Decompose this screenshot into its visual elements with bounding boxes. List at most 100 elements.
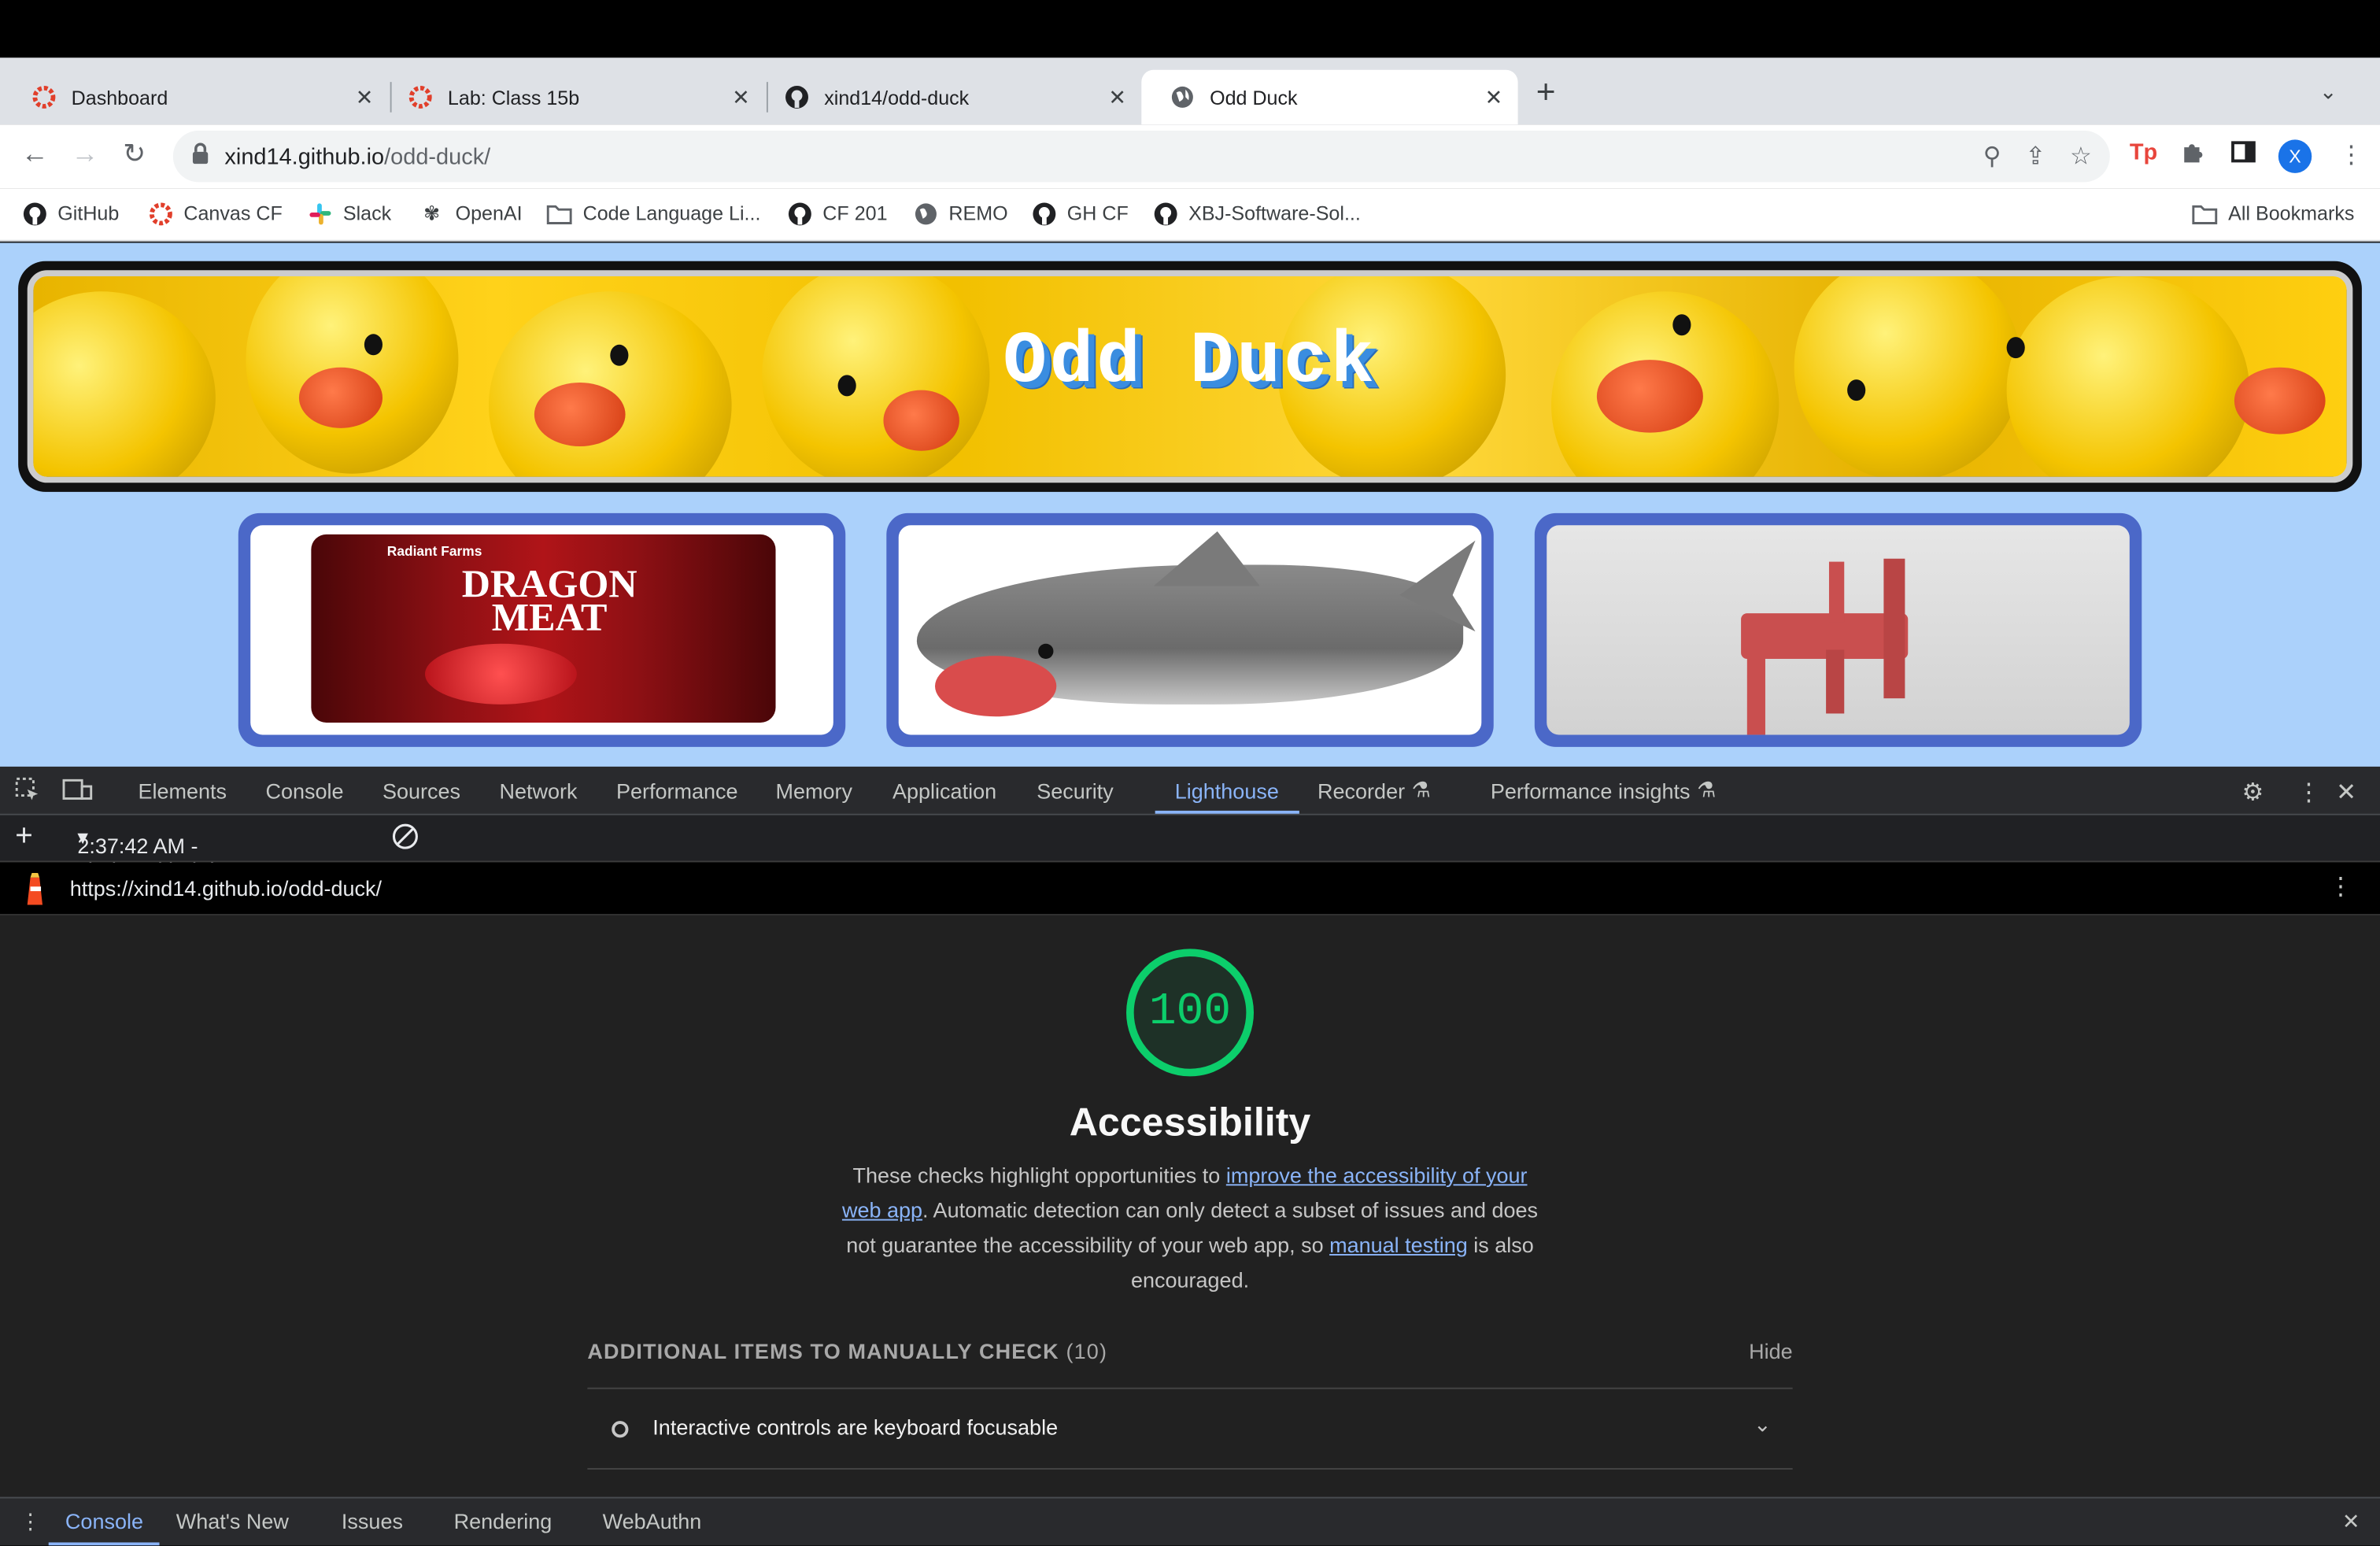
can-brand: Radiant Farms <box>386 543 482 559</box>
drawer-kebab-icon[interactable]: ⋮ <box>20 1509 41 1535</box>
github-icon <box>1031 201 1057 227</box>
new-report-plus-icon[interactable]: + <box>15 819 33 854</box>
bookmark-gh-cf[interactable]: GH CF <box>1031 201 1129 227</box>
product-card-shark[interactable] <box>886 512 1494 747</box>
can-label-line2: MEAT <box>491 595 608 639</box>
address-bar[interactable]: xind14.github.io/odd-duck/ ⚲ ⇪ ☆ <box>172 130 2110 183</box>
github-icon <box>21 201 47 227</box>
drawer-tab-webauthn[interactable]: WebAuthn <box>603 1509 702 1533</box>
back-arrow-icon[interactable]: ← <box>21 139 49 171</box>
devtools-tab-network[interactable]: Network <box>500 779 578 803</box>
bookmarks-bar: GitHub Canvas CF Slack ✾ OpenAI Code Lang… <box>0 188 2380 242</box>
devtools-tab-security[interactable]: Security <box>1037 779 1114 803</box>
bookmark-remo[interactable]: REMO <box>912 201 1008 227</box>
close-devtools-icon[interactable]: ✕ <box>2336 777 2356 808</box>
inspect-element-icon[interactable] <box>15 777 41 810</box>
drawer-tab-console[interactable]: Console <box>65 1509 143 1533</box>
devtools-tab-console[interactable]: Console <box>266 779 344 803</box>
tab-github-repo[interactable]: xind14/odd-duck ✕ <box>756 70 1141 124</box>
close-icon[interactable]: ✕ <box>356 84 374 110</box>
devtools-tab-application[interactable]: Application <box>893 779 996 803</box>
zoom-icon[interactable]: ⚲ <box>1983 141 2001 172</box>
bookmark-star-icon[interactable]: ☆ <box>2070 141 2092 172</box>
report-url: https://xind14.github.io/odd-duck/ <box>69 875 382 901</box>
clear-reports-icon[interactable] <box>392 823 419 855</box>
bookmark-openai[interactable]: ✾ OpenAI <box>419 201 522 227</box>
devtools-tab-lighthouse[interactable]: Lighthouse <box>1175 779 1279 803</box>
devtools-tab-memory[interactable]: Memory <box>776 779 853 803</box>
bookmark-github[interactable]: GitHub <box>21 201 119 227</box>
drawer-tab-rendering[interactable]: Rendering <box>454 1509 552 1533</box>
manual-check-circle-icon <box>612 1421 629 1438</box>
close-drawer-icon[interactable]: ✕ <box>2342 1509 2360 1535</box>
device-toolbar-icon[interactable] <box>62 777 93 809</box>
devtools-tab-sources[interactable]: Sources <box>382 779 460 803</box>
bookmark-label: XBJ-Software-Sol... <box>1188 202 1361 225</box>
github-icon <box>786 201 812 227</box>
tab-title: Dashboard <box>71 85 168 109</box>
close-icon[interactable]: ✕ <box>1108 84 1126 110</box>
slack-icon <box>307 201 333 227</box>
tab-title: Odd Duck <box>1210 85 1298 109</box>
tab-dashboard[interactable]: Dashboard ✕ <box>3 70 389 124</box>
close-icon[interactable]: ✕ <box>1485 84 1503 110</box>
page-viewport: Odd Duck Radiant Farms DRAGON MEAT <box>0 242 2380 767</box>
devtools-tab-performance[interactable]: Performance <box>616 779 738 803</box>
chair-leg <box>1826 649 1845 714</box>
lighthouse-url-bar: https://xind14.github.io/odd-duck/ ⋮ <box>0 862 2380 915</box>
desc-text: These checks highlight opportunities to <box>852 1163 1226 1188</box>
bookmark-canvas-cf[interactable]: Canvas CF <box>147 201 283 227</box>
can-label: DRAGON MEAT <box>345 564 755 637</box>
new-tab-button[interactable]: + <box>1536 73 1556 113</box>
tp-extension-icon[interactable]: Tp <box>2130 139 2157 165</box>
lighthouse-toolbar: + 2:37:42 AM - xind14.github.io ▾ <box>0 815 2380 882</box>
bookmark-xbj[interactable]: XBJ-Software-Sol... <box>1152 201 1361 227</box>
rubber-ducks-image: Odd Duck <box>27 270 2353 483</box>
tab-title: xind14/odd-duck <box>824 85 970 109</box>
bookmark-cf-201[interactable]: CF 201 <box>786 201 888 227</box>
side-panel-icon[interactable] <box>2231 139 2256 172</box>
bookmark-slack[interactable]: Slack <box>307 201 391 227</box>
devtools-tabbar: Elements Console Sources Network Perform… <box>0 766 2380 816</box>
github-icon <box>783 83 811 111</box>
group-title-text: ADDITIONAL ITEMS TO MANUALLY CHECK <box>587 1339 1059 1363</box>
tab-lab[interactable]: Lab: Class 15b ✕ <box>379 70 765 124</box>
tab-odd-duck[interactable]: Odd Duck ✕ <box>1141 69 1518 125</box>
bookmark-label: GitHub <box>57 202 120 225</box>
settings-gear-icon[interactable]: ⚙ <box>2242 777 2264 808</box>
screen: Dashboard ✕ Lab: Class 15b ✕ xind14/odd-… <box>0 0 2380 1546</box>
devtools-tab-recorder[interactable]: Recorder <box>1318 779 1405 803</box>
audit-row[interactable]: Interactive controls are keyboard focusa… <box>587 1389 1793 1470</box>
chevron-down-icon[interactable]: ⌄ <box>1754 1412 1772 1438</box>
product-card-chair[interactable] <box>1534 512 2142 747</box>
devtools-tab-performance-insights[interactable]: Performance insights <box>1491 779 1691 803</box>
red-chair-image <box>1547 525 2130 735</box>
reload-icon[interactable]: ↻ <box>123 139 146 171</box>
lighthouse-report: 100 Accessibility These checks highlight… <box>0 915 2380 1497</box>
forward-arrow-icon[interactable]: → <box>72 139 99 171</box>
openai-icon: ✾ <box>423 201 441 224</box>
hide-toggle[interactable]: Hide <box>1749 1339 1793 1363</box>
profile-avatar[interactable]: X <box>2278 139 2312 173</box>
tab-search-chevron-icon[interactable]: ⌄ <box>2319 79 2338 105</box>
devtools-tab-elements[interactable]: Elements <box>139 779 227 803</box>
report-select[interactable]: 2:37:42 AM - xind14.github.io ▾ <box>77 824 226 882</box>
url-host: xind14.github.io <box>224 143 385 170</box>
bookmark-code-language[interactable]: Code Language Li... <box>546 201 760 227</box>
header-banner: Odd Duck <box>18 261 2362 492</box>
product-card-dragon-meat[interactable]: Radiant Farms DRAGON MEAT <box>238 512 846 747</box>
bookmark-label: REMO <box>948 202 1008 225</box>
puzzle-extensions-icon[interactable] <box>2179 139 2204 172</box>
report-kebab-icon[interactable]: ⋮ <box>2328 871 2352 902</box>
close-icon[interactable]: ✕ <box>732 84 750 110</box>
drawer-tab-issues[interactable]: Issues <box>342 1509 403 1533</box>
manual-testing-link[interactable]: manual testing <box>1329 1233 1468 1257</box>
kebab-menu-icon[interactable]: ⋮ <box>2339 139 2363 170</box>
drawer-tab-whats-new[interactable]: What's New <box>176 1509 289 1533</box>
devtools-kebab-icon[interactable]: ⋮ <box>2297 777 2321 808</box>
dragon-meat-image: Radiant Farms DRAGON MEAT <box>250 525 833 735</box>
all-bookmarks[interactable]: All Bookmarks <box>2192 201 2354 227</box>
share-icon[interactable]: ⇪ <box>2025 141 2046 172</box>
flask-icon: ⚗ <box>1411 777 1431 802</box>
folder-icon <box>546 201 572 227</box>
